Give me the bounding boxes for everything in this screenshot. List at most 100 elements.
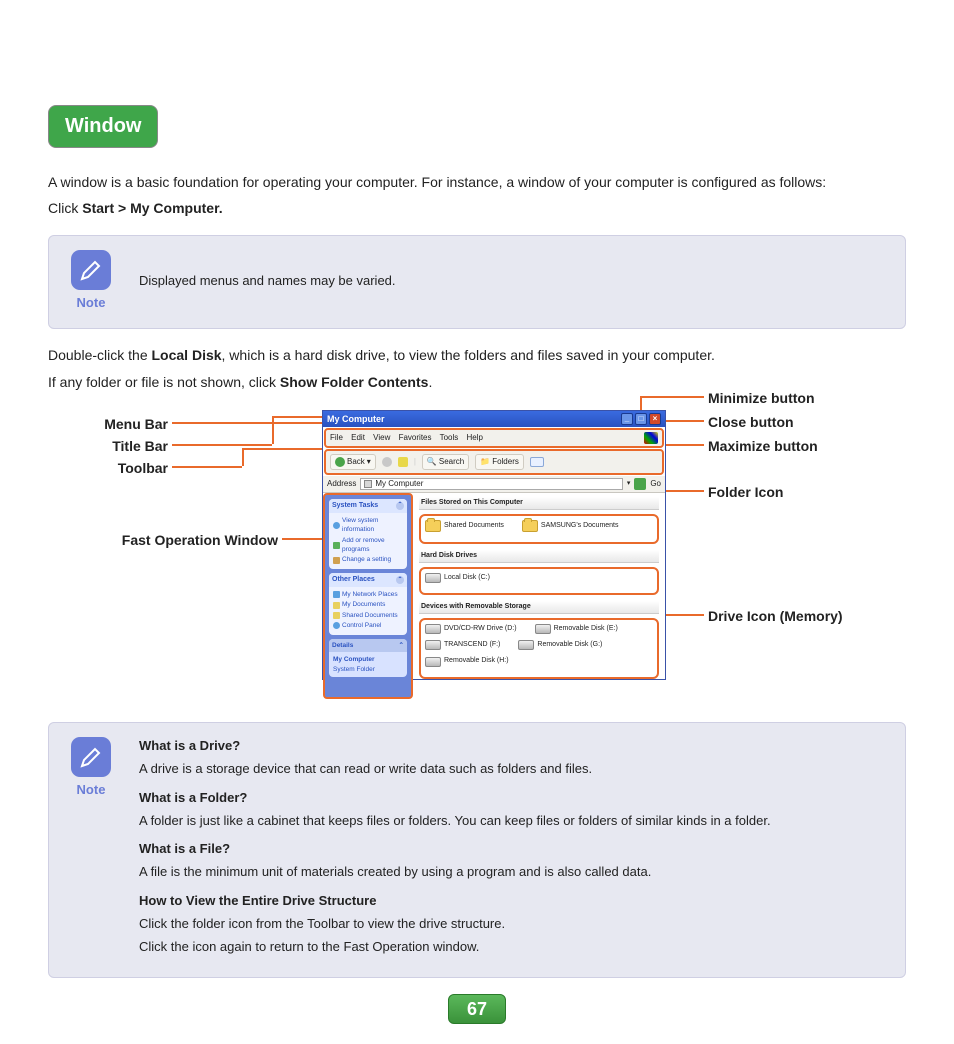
drive-local-disk-c[interactable]: Local Disk (C:)	[425, 573, 490, 583]
a-file: A file is the minimum unit of materials …	[139, 863, 887, 882]
note-left: Note	[67, 250, 115, 313]
link-add-remove[interactable]: Add or remove programs	[333, 536, 403, 555]
toolbar: Back ▾ | 🔍 Search 📁 Folders	[324, 449, 664, 475]
callout-maximize: Maximize button	[708, 436, 818, 456]
link-my-documents[interactable]: My Documents	[333, 600, 403, 609]
drive-icon	[425, 640, 441, 650]
link-change-setting[interactable]: Change a setting	[333, 555, 403, 564]
section-hdd: Hard Disk Drives	[419, 550, 659, 563]
folders-button[interactable]: 📁 Folders	[475, 454, 524, 470]
menu-edit[interactable]: Edit	[351, 433, 365, 442]
pencil-icon	[71, 737, 111, 777]
collapse-icon[interactable]: ⌃	[399, 641, 404, 650]
para2: Double-click the Local Disk, which is a …	[48, 345, 906, 365]
other-places-panel: Other Places⌃ My Network Places My Docum…	[329, 573, 407, 635]
window-title-text: My Computer	[327, 413, 385, 426]
collapse-icon[interactable]: ⌃	[396, 576, 404, 584]
note-left: Note	[67, 737, 115, 961]
title-bar: My Computer _ □ ×	[323, 411, 665, 427]
windows-logo-icon	[644, 432, 658, 444]
callout-folder-icon: Folder Icon	[708, 482, 783, 502]
drive-removable-g[interactable]: Removable Disk (G:)	[518, 640, 602, 650]
details-panel: Details⌃ My Computer System Folder	[329, 639, 407, 677]
folder-samsung-documents[interactable]: SAMSUNG's Documents	[522, 520, 619, 532]
views-button[interactable]	[530, 457, 544, 467]
drive-transcend-f[interactable]: TRANSCEND (F:)	[425, 640, 500, 650]
close-button[interactable]: ×	[649, 413, 661, 425]
section-heading: Window	[48, 105, 158, 148]
drive-icon	[425, 624, 441, 634]
link-shared-documents[interactable]: Shared Documents	[333, 611, 403, 620]
window-diagram: Menu Bar Title Bar Toolbar Fast Operatio…	[48, 406, 906, 706]
maximize-button[interactable]: □	[635, 413, 647, 425]
intro-text: A window is a basic foundation for opera…	[48, 172, 906, 192]
note-label: Note	[67, 781, 115, 800]
drive-removable-h[interactable]: Removable Disk (H:)	[425, 656, 509, 666]
q-folder: What is a Folder?	[139, 789, 887, 808]
note-box-2: Note What is a Drive? A drive is a stora…	[48, 722, 906, 978]
click-instruction: Click Start > My Computer.	[48, 198, 906, 218]
menu-file[interactable]: File	[330, 433, 343, 442]
click-prefix: Click	[48, 200, 82, 216]
callout-drive-icon: Drive Icon (Memory)	[708, 606, 843, 626]
drive-icon	[518, 640, 534, 650]
note-body: What is a Drive? A drive is a storage de…	[139, 737, 887, 961]
callout-title-bar: Title Bar	[48, 436, 168, 456]
window-controls: _ □ ×	[621, 413, 661, 425]
go-label: Go	[650, 478, 661, 490]
menu-bar: File Edit View Favorites Tools Help	[324, 428, 664, 448]
folder-shared-documents[interactable]: Shared Documents	[425, 520, 504, 532]
address-label: Address	[327, 478, 356, 490]
link-system-info[interactable]: View system information	[333, 516, 403, 535]
callout-close: Close button	[708, 412, 794, 432]
click-path: Start > My Computer.	[82, 200, 222, 216]
minimize-button[interactable]: _	[621, 413, 633, 425]
q-structure: How to View the Entire Drive Structure	[139, 892, 887, 911]
removable-highlight: DVD/CD-RW Drive (D:) Removable Disk (E:)…	[419, 618, 659, 678]
a-structure-1: Click the folder icon from the Toolbar t…	[139, 915, 887, 934]
drive-icon	[425, 573, 441, 583]
a-folder: A folder is just like a cabinet that kee…	[139, 812, 887, 831]
go-button[interactable]	[634, 478, 646, 490]
note-box-1: Note Displayed menus and names may be va…	[48, 235, 906, 330]
search-button[interactable]: 🔍 Search	[422, 454, 469, 470]
a-drive: A drive is a storage device that can rea…	[139, 760, 887, 779]
system-tasks-panel: System Tasks⌃ View system information Ad…	[329, 499, 407, 569]
q-drive: What is a Drive?	[139, 737, 887, 756]
drive-removable-e[interactable]: Removable Disk (E:)	[535, 624, 618, 634]
drive-dvd[interactable]: DVD/CD-RW Drive (D:)	[425, 624, 517, 634]
pencil-icon	[71, 250, 111, 290]
callout-fast-op: Fast Operation Window	[48, 530, 278, 550]
q-file: What is a File?	[139, 840, 887, 859]
callout-minimize: Minimize button	[708, 388, 815, 408]
folders-highlight: Shared Documents SAMSUNG's Documents	[419, 514, 659, 544]
address-input[interactable]: My Computer	[360, 478, 622, 490]
note-body: Displayed menus and names may be varied.	[139, 250, 887, 313]
callout-menu-bar: Menu Bar	[48, 414, 168, 434]
back-icon	[335, 457, 345, 467]
menu-help[interactable]: Help	[467, 433, 483, 442]
menu-favorites[interactable]: Favorites	[399, 433, 432, 442]
link-network-places[interactable]: My Network Places	[333, 590, 403, 599]
folder-icon	[522, 520, 538, 532]
menu-view[interactable]: View	[373, 433, 390, 442]
section-removable: Devices with Removable Storage	[419, 601, 659, 614]
fast-operation-window: System Tasks⌃ View system information Ad…	[323, 493, 413, 699]
computer-icon	[364, 480, 372, 488]
hdd-highlight: Local Disk (C:)	[419, 567, 659, 595]
link-control-panel[interactable]: Control Panel	[333, 621, 403, 630]
window-mockup: My Computer _ □ × File Edit View Favorit…	[322, 410, 666, 680]
page-number: 67	[448, 994, 506, 1024]
content-pane: Files Stored on This Computer Shared Doc…	[413, 493, 665, 699]
forward-button[interactable]	[382, 457, 392, 467]
back-button[interactable]: Back ▾	[330, 454, 376, 470]
collapse-icon[interactable]: ⌃	[396, 502, 404, 510]
up-button[interactable]	[398, 457, 408, 467]
menu-tools[interactable]: Tools	[440, 433, 459, 442]
drive-icon	[535, 624, 551, 634]
note-label: Note	[67, 294, 115, 313]
folder-icon	[425, 520, 441, 532]
section-files-stored: Files Stored on This Computer	[419, 497, 659, 510]
address-bar: Address My Computer ▾ Go	[323, 476, 665, 493]
callout-toolbar: Toolbar	[48, 458, 168, 478]
